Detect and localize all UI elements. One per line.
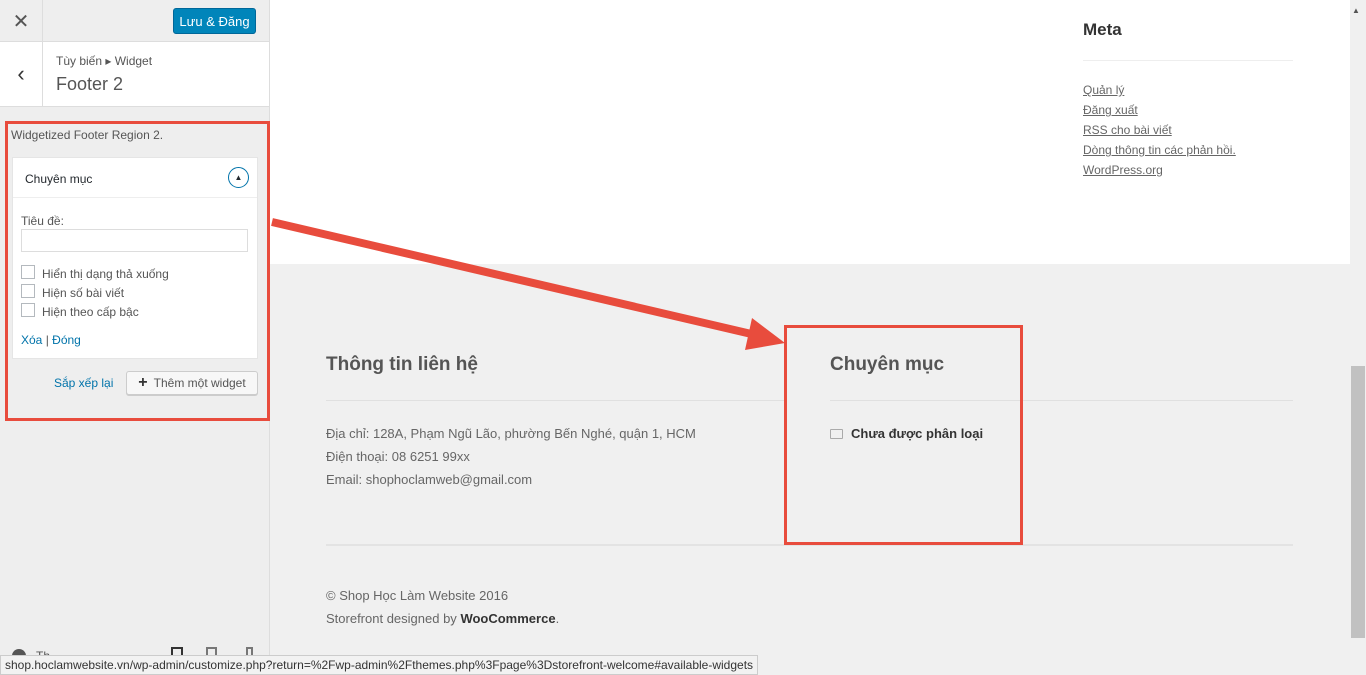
contact-email: Email: shophoclamweb@gmail.com — [326, 472, 533, 487]
content-area: Meta Quản lý Đăng xuất RSS cho bài viết … — [270, 0, 1350, 264]
period: . — [555, 611, 560, 626]
meta-widget-title: Meta — [1083, 20, 1122, 39]
section-title: Footer 2 — [56, 74, 124, 94]
customizer-header: ✕ Lưu & Đăng — [0, 0, 269, 42]
divider — [326, 400, 784, 401]
scroll-up-icon[interactable]: ▲ — [1352, 6, 1360, 15]
contact-phone: Điện thoại: 08 6251 99xx — [326, 449, 470, 464]
woocommerce-link[interactable]: WooCommerce — [460, 611, 555, 626]
close-icon[interactable]: ✕ — [0, 0, 43, 42]
site-credit: © Shop Học Làm Website 2016 Storefront d… — [326, 584, 559, 630]
save-publish-button[interactable]: Lưu & Đăng — [173, 8, 256, 34]
meta-link-wordpress[interactable]: WordPress.org — [1083, 163, 1163, 177]
divider — [1083, 60, 1293, 61]
copyright: © Shop Học Làm Website 2016 — [326, 588, 509, 603]
contact-info: Địa chỉ: 128A, Phạm Ngũ Lão, phường Bến … — [326, 422, 696, 491]
back-chevron-icon[interactable]: ‹ — [0, 42, 43, 106]
meta-link-admin[interactable]: Quản lý — [1083, 83, 1124, 97]
status-bar-url: shop.hoclamwebsite.vn/wp-admin/customize… — [0, 655, 759, 675]
meta-link-rss[interactable]: RSS cho bài viết — [1083, 123, 1172, 137]
annotation-box-widget — [5, 121, 270, 421]
annotation-box-categories — [784, 325, 1023, 545]
meta-link-logout[interactable]: Đăng xuất — [1083, 103, 1138, 117]
contact-title: Thông tin liên hệ — [326, 354, 478, 375]
contact-address: Địa chỉ: 128A, Phạm Ngũ Lão, phường Bến … — [326, 426, 696, 441]
designed-by: Storefront designed by — [326, 611, 457, 626]
meta-link-comments-feed[interactable]: Dòng thông tin các phản hồi. — [1083, 143, 1236, 157]
scrollbar-thumb[interactable] — [1351, 366, 1365, 638]
breadcrumb: Tùy biến ▸ Widget — [56, 54, 153, 68]
meta-links: Quản lý Đăng xuất RSS cho bài viết Dòng … — [1083, 80, 1236, 180]
section-header: ‹ Tùy biến ▸ Widget Footer 2 — [0, 42, 269, 107]
